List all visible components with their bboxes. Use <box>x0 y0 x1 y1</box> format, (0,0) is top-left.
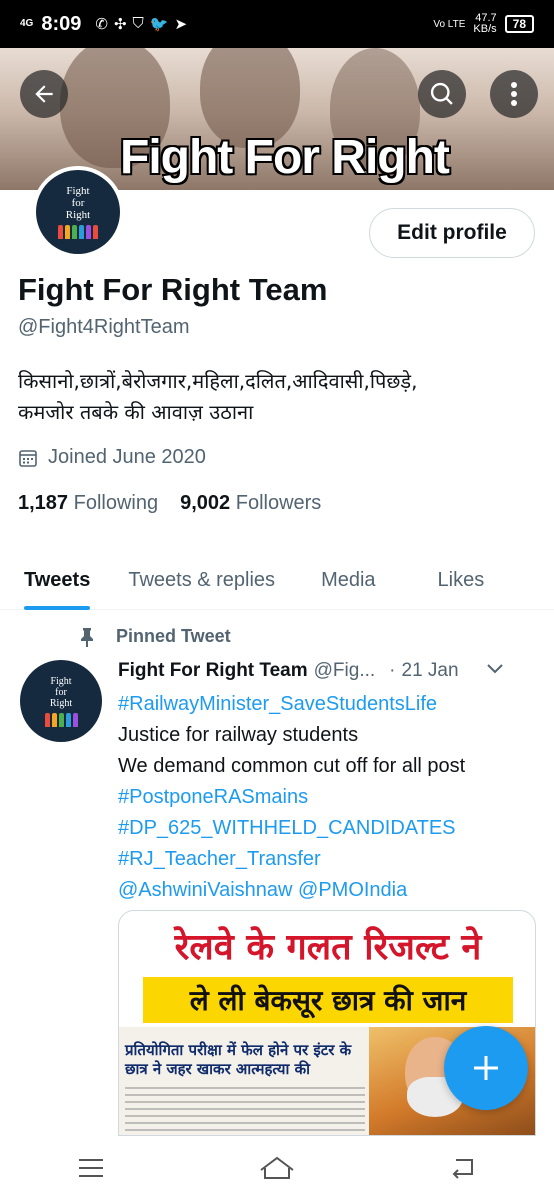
banner-title: Fight For Right <box>120 131 450 184</box>
network-speed: 47.7 KB/s <box>473 12 497 35</box>
mention-links[interactable]: @AshwiniVaishnaw @PMOIndia <box>118 875 538 906</box>
tweet-author[interactable]: Fight For Right Team <box>118 660 308 682</box>
clock: 8:09 <box>41 12 82 35</box>
joined-date: Joined June 2020 <box>18 446 206 469</box>
tweet-body: #RailwayMinister_SaveStudentsLife Justic… <box>118 689 538 906</box>
search-button[interactable] <box>418 70 466 118</box>
media-subheadline: ले ली बेकसूर छात्र की जान <box>189 984 467 1017</box>
search-icon <box>430 82 453 105</box>
calendar-icon <box>19 449 37 467</box>
more-vertical-icon <box>511 82 517 106</box>
home-icon[interactable] <box>257 1154 297 1182</box>
tab-tweets[interactable]: Tweets <box>24 550 91 610</box>
tweet-handle: @Fig... <box>313 660 376 681</box>
hands-graphic <box>44 712 78 727</box>
menu-icon[interactable] <box>76 1156 106 1180</box>
plus-icon <box>474 1056 498 1080</box>
tweet-date[interactable]: 21 Jan <box>402 660 459 682</box>
hashtag-link[interactable]: #RJ_Teacher_Transfer <box>118 844 538 875</box>
tweet-separator: · <box>389 660 396 681</box>
profile-bio: किसानो,छात्रों,बेरोजगार,महिला,दलित,आदिवा… <box>18 369 418 424</box>
back-nav-icon[interactable] <box>448 1156 478 1180</box>
profile-handle: @Fight4RightTeam <box>18 316 190 338</box>
following-link[interactable]: 1,187 Following <box>18 492 158 515</box>
hashtag-link[interactable]: #PostponeRASmains <box>118 782 538 813</box>
back-button[interactable] <box>20 70 68 118</box>
more-options-button[interactable] <box>490 70 538 118</box>
tab-likes[interactable]: Likes <box>438 550 485 610</box>
chevron-down-icon[interactable] <box>486 664 503 674</box>
tab-media[interactable]: Media <box>321 550 375 610</box>
tweet-avatar[interactable]: Fight for Right <box>20 660 102 742</box>
hashtag-link[interactable]: #RailwayMinister_SaveStudentsLife <box>118 689 538 720</box>
tab-tweets-replies[interactable]: Tweets & replies <box>128 550 275 610</box>
twitter-icon: 🐦 <box>149 16 169 33</box>
profile-name: Fight For Right Team <box>18 272 328 307</box>
profile-avatar[interactable]: Fight for Right <box>32 166 124 258</box>
tweet-text: We demand common cut off for all post <box>118 755 466 777</box>
battery-indicator: 78 <box>504 15 534 33</box>
system-navigation-bar <box>0 1136 554 1200</box>
shield-icon: ⛉ <box>132 15 144 32</box>
newspaper-text-lines <box>125 1087 365 1135</box>
app-icon: ✣ <box>113 16 127 33</box>
followers-link[interactable]: 9,002 Followers <box>180 492 321 515</box>
tweet-text: Justice for railway students <box>118 724 359 746</box>
pin-icon <box>81 627 93 647</box>
back-arrow-icon <box>35 85 53 103</box>
network-indicator: 4G <box>20 18 34 29</box>
media-headline: रेलवे के गलत रिजल्ट ने <box>174 927 482 968</box>
newspaper-clipping: प्रतियोगिता परीक्षा में फेल होने पर इंटर… <box>119 1027 369 1135</box>
telegram-icon: ➤ <box>174 16 188 33</box>
edit-profile-button[interactable]: Edit profile <box>369 208 535 258</box>
whatsapp-icon: ✆ <box>95 16 108 33</box>
hands-graphic <box>58 225 98 239</box>
compose-tweet-button[interactable] <box>444 1026 528 1110</box>
pinned-label: Pinned Tweet <box>78 626 231 647</box>
notification-icons: ✆ ✣ ⛉ 🐦 ➤ <box>95 15 187 33</box>
newspaper-headline: प्रतियोगिता परीक्षा में फेल होने पर इंटर… <box>125 1041 352 1078</box>
profile-tabs: Tweets Tweets & replies Media Likes <box>0 550 554 610</box>
tweet-header: Fight For Right Team @Fig... · 21 Jan <box>118 660 538 682</box>
hashtag-link[interactable]: #DP_625_WITHHELD_CANDIDATES <box>118 813 538 844</box>
status-bar: 4G 8:09 ✆ ✣ ⛉ 🐦 ➤ Vo LTE 47.7 KB/s 78 <box>0 0 554 48</box>
volte-indicator: Vo LTE <box>433 18 466 30</box>
follow-stats: 1,187 Following 9,002 Followers <box>18 492 321 515</box>
